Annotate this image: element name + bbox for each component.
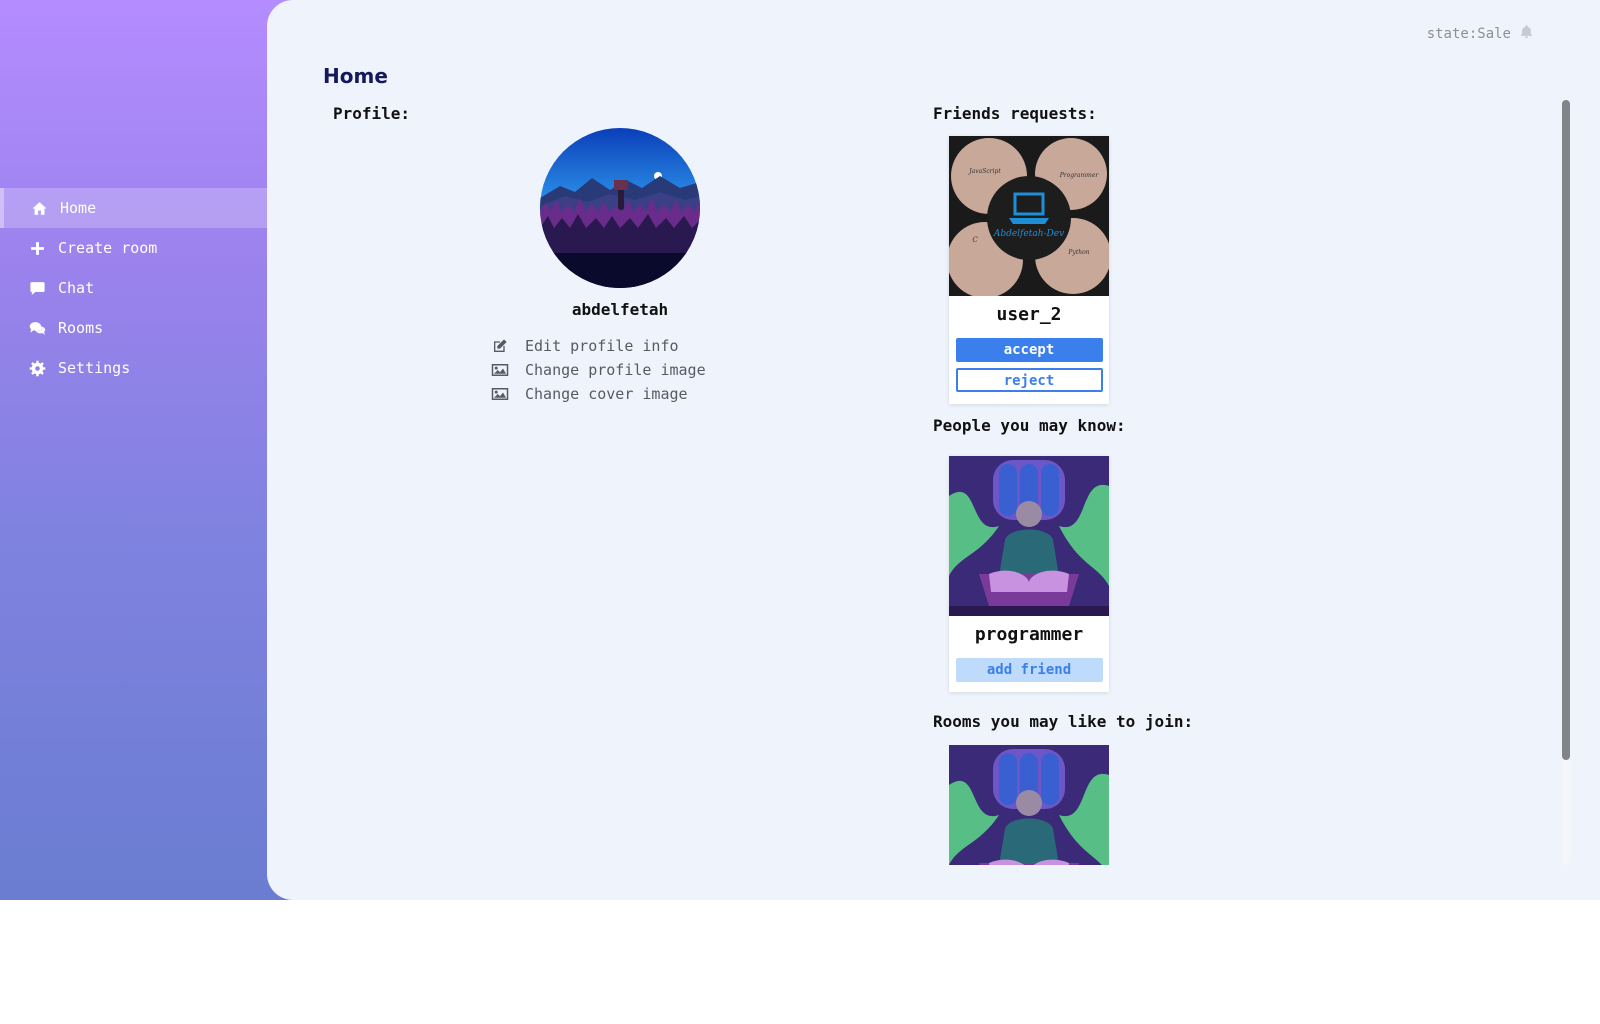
change-profile-image-label: Change profile image [525,361,706,379]
change-cover-image-link[interactable]: Change cover image [491,382,706,406]
accept-button[interactable]: accept [955,338,1103,362]
friend-request-card: Abdelfetah-Dev JavaScript Programmer C P… [949,136,1109,404]
logo-text-bl: C [972,236,978,244]
image-icon [491,364,509,376]
main-panel: state:Sale Home Profile: abdelfetah Edit… [267,0,1600,900]
people-section-label: People you may know: [933,416,1126,435]
suggested-person-avatar [949,456,1109,616]
sidebar-item-label: Settings [58,359,131,377]
logo-center-text: Abdelfetah-Dev [993,229,1064,239]
chat-icon [28,279,46,297]
sidebar-item-label: Rooms [58,319,104,337]
edit-profile-info-label: Edit profile info [525,337,679,355]
sidebar-item-rooms[interactable]: Rooms [0,308,268,348]
profile-avatar[interactable] [540,128,700,288]
friend-requests-section-label: Friends requests: [933,104,1097,123]
edit-icon [494,339,507,352]
sidebar-nav: Home Create room Chat Rooms Settings [0,188,268,388]
app-window: Home Create room Chat Rooms Settings sta… [0,0,1600,900]
sidebar-item-create-room[interactable]: Create room [0,228,268,268]
top-bar: state:Sale [1427,24,1534,43]
friend-request-name: user_2 [996,304,1062,325]
profile-actions: Edit profile info Change profile image C… [491,334,706,406]
rooms-section-label: Rooms you may like to join: [933,712,1194,731]
logo-text-tr: Programmer [1059,172,1100,179]
scrollbar[interactable] [1562,100,1570,865]
state-text: state:Sale [1426,25,1511,42]
comments-icon [28,319,46,337]
sidebar-item-label: Home [60,199,97,217]
sidebar: Home Create room Chat Rooms Settings [0,0,268,900]
sidebar-item-settings[interactable]: Settings [0,348,268,388]
plus-icon [28,239,46,257]
gear-icon [28,359,46,377]
logo-text-br: Python [1067,249,1089,256]
image-icon [491,388,509,400]
bell-icon[interactable] [1511,24,1534,43]
suggested-person-card: programmer add friend [949,456,1109,692]
change-profile-image-link[interactable]: Change profile image [491,358,706,382]
sidebar-item-home[interactable]: Home [0,188,268,228]
sidebar-item-label: Chat [58,279,95,297]
edit-profile-info-link[interactable]: Edit profile info [491,334,706,358]
profile-section-label: Profile: [333,104,411,123]
friend-request-avatar: Abdelfetah-Dev JavaScript Programmer C P… [949,136,1109,296]
scrollbar-thumb[interactable] [1562,100,1570,760]
home-icon [30,199,48,217]
profile-username: abdelfetah [571,300,669,319]
suggested-room-thumbnail[interactable] [949,745,1109,865]
sidebar-item-chat[interactable]: Chat [0,268,268,308]
page-title: Home [323,64,388,88]
logo-text-tl: JavaScript [967,168,1001,175]
sidebar-item-label: Create room [58,239,158,257]
add-friend-button[interactable]: add friend [955,658,1103,682]
suggested-person-name: programmer [974,624,1084,645]
reject-button[interactable]: reject [955,368,1103,392]
change-cover-image-label: Change cover image [525,385,688,403]
